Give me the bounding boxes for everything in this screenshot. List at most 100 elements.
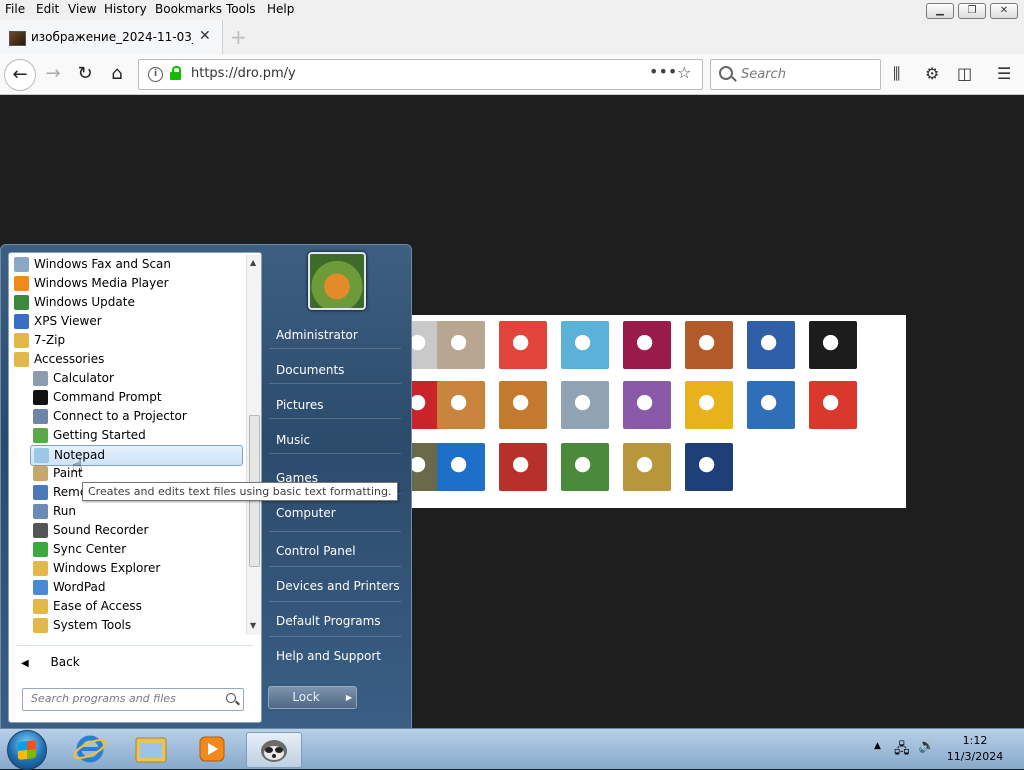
textile-thumb[interactable] xyxy=(499,443,547,491)
program-item[interactable]: XPS Viewer xyxy=(11,312,241,331)
separator xyxy=(269,348,401,349)
sidebar-icon[interactable]: ◫ xyxy=(957,64,972,83)
start-right-item[interactable]: Music xyxy=(276,433,310,447)
site-info-icon[interactable]: i xyxy=(148,67,163,82)
restore-button[interactable]: ❐ xyxy=(958,3,986,19)
program-item[interactable]: Sound Recorder xyxy=(30,521,241,540)
yarn-thumb[interactable] xyxy=(623,381,671,429)
program-item[interactable]: Paint xyxy=(30,464,241,483)
program-item[interactable]: System Tools xyxy=(30,616,241,635)
address-bar[interactable]: i https://dro.pm/y ••• ☆ xyxy=(138,59,703,90)
program-item[interactable]: Ease of Access xyxy=(30,597,241,616)
menu-file[interactable]: File xyxy=(5,2,25,16)
network-icon[interactable]: 🖧 xyxy=(894,738,910,762)
gear-icon[interactable]: ⚙ xyxy=(925,64,939,83)
program-list-scrollbar[interactable]: ▲ ▼ xyxy=(246,255,261,635)
menu-bookmarks[interactable]: Bookmarks xyxy=(155,2,222,16)
user-picture[interactable] xyxy=(308,252,366,310)
bookmark-star-icon[interactable]: ☆ xyxy=(677,63,691,82)
lock-button[interactable]: Lock xyxy=(268,686,344,709)
program-item-label: Command Prompt xyxy=(53,390,162,404)
taskbar-internet-explorer[interactable] xyxy=(63,732,117,766)
start-right-item[interactable]: Documents xyxy=(276,363,344,377)
minimize-button[interactable]: ▁ xyxy=(926,3,954,19)
start-right-item[interactable]: Devices and Printers xyxy=(276,579,400,593)
lighthouse-thumb[interactable] xyxy=(685,443,733,491)
tab-close-icon[interactable]: ✕ xyxy=(199,28,211,44)
close-window-button[interactable]: ✕ xyxy=(990,3,1018,19)
start-right-item[interactable]: Control Panel xyxy=(276,544,356,558)
reload-button[interactable]: ↻ xyxy=(73,62,97,86)
start-right-item[interactable]: Help and Support xyxy=(276,649,381,663)
ball-thumb[interactable] xyxy=(623,321,671,369)
back-button[interactable]: ← xyxy=(4,59,36,91)
menu-help[interactable]: Help xyxy=(267,2,294,16)
balloon-thumb[interactable] xyxy=(809,381,857,429)
program-item[interactable]: Windows Update xyxy=(11,293,241,312)
forward-button[interactable]: → xyxy=(41,62,65,86)
program-item[interactable]: Command Prompt xyxy=(30,388,241,407)
hamburger-menu-icon[interactable]: ☰ xyxy=(997,64,1011,83)
scroll-down-icon[interactable]: ▼ xyxy=(250,621,256,630)
program-item[interactable]: WordPad xyxy=(30,578,241,597)
library-icon[interactable]: ⫼ xyxy=(893,64,900,84)
menu-edit[interactable]: Edit xyxy=(36,2,59,16)
taskbar-clock[interactable]: 1:12 11/3/2024 xyxy=(942,733,1008,765)
flower-thumb[interactable] xyxy=(499,321,547,369)
program-item[interactable]: Connect to a Projector xyxy=(30,407,241,426)
program-item[interactable]: Notepad xyxy=(30,445,243,466)
program-item[interactable]: Windows Explorer xyxy=(30,559,241,578)
start-right-item[interactable]: Pictures xyxy=(276,398,324,412)
menu-tools[interactable]: Tools xyxy=(226,2,256,16)
leaf-thumb[interactable] xyxy=(747,321,795,369)
program-item[interactable]: Accessories xyxy=(11,350,241,369)
basket-thumb[interactable] xyxy=(623,443,671,491)
taskbar-windows-explorer[interactable] xyxy=(124,732,178,766)
show-hidden-icons-icon[interactable]: ▲ xyxy=(874,741,881,751)
menu-view[interactable]: View xyxy=(68,2,96,16)
run-icon xyxy=(33,504,48,519)
taskbar-firefox[interactable] xyxy=(246,732,302,768)
program-item[interactable]: Windows Fax and Scan xyxy=(11,255,241,274)
shutdown-options-arrow-icon[interactable]: ▶ xyxy=(342,686,357,709)
butterfly-thumb[interactable] xyxy=(561,443,609,491)
navigation-toolbar: ← → ↻ ⌂ i https://dro.pm/y ••• ☆ Search … xyxy=(0,54,1024,95)
program-item-label: Ease of Access xyxy=(53,599,142,613)
taskbar-media-player[interactable] xyxy=(185,732,239,766)
taskbar: ▲ 🖧 🔊 1:12 11/3/2024 xyxy=(0,728,1024,770)
window-thumb[interactable] xyxy=(437,443,485,491)
program-item[interactable]: 7-Zip xyxy=(11,331,241,350)
program-item[interactable]: Windows Media Player xyxy=(11,274,241,293)
guitar-thumb[interactable] xyxy=(437,381,485,429)
program-item[interactable]: Calculator xyxy=(30,369,241,388)
scroll-up-icon[interactable]: ▲ xyxy=(250,258,256,267)
kitten-thumb[interactable] xyxy=(437,321,485,369)
start-right-item[interactable]: Computer xyxy=(276,506,336,520)
program-item[interactable]: Run xyxy=(30,502,241,521)
calculator-icon xyxy=(33,371,48,386)
start-search-input[interactable]: Search programs and files xyxy=(22,688,244,711)
menu-history[interactable]: History xyxy=(104,2,147,16)
program-item[interactable]: Getting Started xyxy=(30,426,241,445)
start-button[interactable] xyxy=(7,730,47,770)
fish-thumb[interactable] xyxy=(747,381,795,429)
url-text[interactable]: https://dro.pm/y xyxy=(191,66,296,81)
start-right-item[interactable]: Administrator xyxy=(276,328,358,342)
dog-thumb[interactable] xyxy=(809,321,857,369)
volume-icon[interactable]: 🔊 xyxy=(918,738,935,754)
sunflower-thumb[interactable] xyxy=(685,381,733,429)
start-right-item[interactable]: Default Programs xyxy=(276,614,381,628)
pomeranian-thumb[interactable] xyxy=(499,381,547,429)
search-input[interactable]: Search xyxy=(710,59,881,90)
page-actions-button[interactable]: ••• xyxy=(649,62,677,81)
fabric-thumb[interactable] xyxy=(685,321,733,369)
robot-thumb[interactable] xyxy=(561,381,609,429)
tab-current[interactable]: изображение_2024-11-03_1038 ✕ xyxy=(0,20,223,54)
tab-title: изображение_2024-11-03_1038 xyxy=(31,30,193,44)
program-item[interactable]: Sync Center xyxy=(30,540,241,559)
separator xyxy=(269,566,401,567)
new-tab-button[interactable]: + xyxy=(230,25,247,49)
home-button[interactable]: ⌂ xyxy=(105,62,129,86)
back-button-start[interactable]: ◀ Back xyxy=(19,652,80,672)
pinwheel-thumb[interactable] xyxy=(561,321,609,369)
